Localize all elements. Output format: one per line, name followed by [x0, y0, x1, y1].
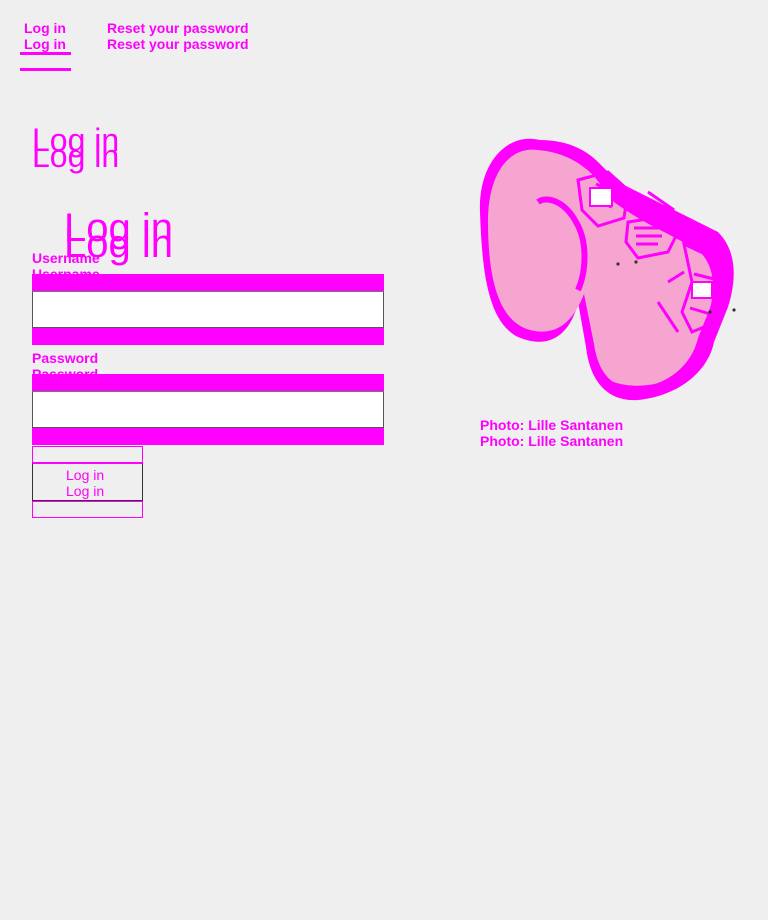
- username-input[interactable]: [32, 291, 384, 328]
- tab-login-label: Log in: [24, 20, 66, 36]
- login-button-top-frame: [32, 446, 143, 463]
- illustration-caption-text: Photo: Lille Santanen: [480, 417, 624, 433]
- password-field-bottom-bar: [32, 428, 384, 445]
- password-label: Password Password: [32, 350, 99, 382]
- form-title: Log in Log in: [64, 208, 173, 264]
- username-label: Username Username: [32, 250, 100, 282]
- active-tab-indicator: [20, 52, 71, 55]
- password-input[interactable]: [32, 391, 384, 428]
- tab-login-label-echo: Log in: [24, 36, 66, 52]
- tab-login[interactable]: Log in Log in: [24, 20, 66, 52]
- login-button-wrapper: Log in Log in: [32, 446, 143, 518]
- password-field-top-bar: [32, 374, 384, 391]
- login-button-label-echo: Log in: [66, 483, 105, 499]
- login-button-bottom-frame: [32, 501, 143, 518]
- login-button[interactable]: Log in Log in: [32, 463, 143, 501]
- password-label-text: Password: [32, 350, 99, 366]
- page-title-text-echo: Log in: [32, 138, 120, 174]
- illustration-image: [479, 138, 736, 401]
- password-field-wrapper: [32, 374, 384, 446]
- username-field-bottom-bar: [32, 328, 384, 345]
- login-button-label: Log in: [66, 467, 105, 483]
- active-tab-indicator-echo: [20, 68, 71, 71]
- page-title: Log in Log in: [32, 124, 119, 172]
- tab-reset-password-label-echo: Reset your password: [107, 36, 249, 52]
- tab-reset-password[interactable]: Reset your password Reset your password: [107, 20, 249, 52]
- username-label-text: Username: [32, 250, 100, 266]
- illustration-caption: Photo: Lille Santanen Photo: Lille Santa…: [480, 417, 624, 449]
- illustration-caption-text-echo: Photo: Lille Santanen: [480, 433, 624, 449]
- username-field-wrapper: [32, 274, 384, 346]
- username-field-top-bar: [32, 274, 384, 291]
- tab-reset-password-label: Reset your password: [107, 20, 249, 36]
